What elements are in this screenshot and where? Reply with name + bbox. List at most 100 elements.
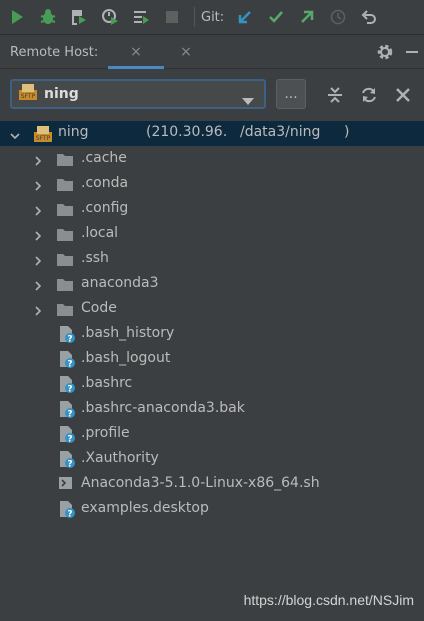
revert-icon[interactable] <box>355 3 383 31</box>
unknown-file-icon: ? <box>58 425 76 445</box>
file-label: .bash_logout <box>81 350 171 366</box>
tree-file-row[interactable]: Anaconda3-5.1.0-Linux-x86_64.sh <box>0 471 424 496</box>
debug-icon[interactable] <box>34 3 62 31</box>
toolbar-separator <box>194 7 195 27</box>
git-commit-icon[interactable] <box>262 3 290 31</box>
chevron-down-icon <box>242 91 254 110</box>
git-label: Git: <box>201 9 225 25</box>
tree-file-row[interactable]: ? examples.desktop <box>0 496 424 521</box>
refresh-icon[interactable] <box>360 86 378 104</box>
folder-label: .cache <box>81 150 127 166</box>
sftp-icon: SFTP <box>33 125 52 142</box>
stop-icon[interactable] <box>158 3 186 31</box>
sftp-icon-text: SFTP <box>21 93 36 100</box>
history-icon[interactable] <box>324 3 352 31</box>
tree-folder-row[interactable]: .config <box>0 196 424 221</box>
unknown-file-icon: ? <box>58 400 76 420</box>
file-label: .bash_history <box>81 325 175 341</box>
server-combo-value: ning <box>44 86 79 102</box>
tree-file-row[interactable]: ? .bash_history <box>0 321 424 346</box>
browse-button[interactable]: ... <box>276 79 306 109</box>
git-push-icon[interactable] <box>293 3 321 31</box>
tree-folder-row[interactable]: .local <box>0 221 424 246</box>
tree-file-row[interactable]: ? .bashrc <box>0 371 424 396</box>
unknown-file-icon: ? <box>58 500 76 520</box>
chevron-right-icon[interactable] <box>33 229 43 241</box>
file-label: .bashrc-anaconda3.bak <box>81 400 245 416</box>
unknown-file-icon: ? <box>58 375 76 395</box>
server-selector-row: SFTP ning ... <box>0 70 424 120</box>
tab-close-icon[interactable]: × <box>180 44 192 60</box>
folder-label: .conda <box>81 175 129 191</box>
unknown-file-icon: ? <box>58 325 76 345</box>
panel-title: Remote Host: <box>10 44 99 60</box>
tab-second[interactable]: × <box>166 36 206 68</box>
tree-folder-row[interactable]: anaconda3 <box>0 271 424 296</box>
svg-text:?: ? <box>67 510 72 519</box>
chevron-right-icon[interactable] <box>33 254 43 266</box>
file-label: .profile <box>81 425 130 441</box>
minimize-icon[interactable] <box>406 51 418 53</box>
chevron-right-icon[interactable] <box>33 204 43 216</box>
folder-label: .config <box>81 200 129 216</box>
svg-text:?: ? <box>67 460 72 469</box>
unknown-file-icon: ? <box>58 350 76 370</box>
folder-label: Code <box>81 300 117 316</box>
chevron-right-icon[interactable] <box>33 304 43 316</box>
shell-script-icon <box>58 475 76 491</box>
file-label: .bashrc <box>81 375 133 391</box>
tree-file-row[interactable]: ? .Xauthority <box>0 446 424 471</box>
watermark: https://blog.csdn.net/NSJim <box>243 592 414 608</box>
tree-root-row[interactable]: SFTP ning (210.30.96. /data3/ning ) <box>0 121 424 146</box>
root-name: ning <box>58 124 89 140</box>
tree-file-row[interactable]: ? .bash_logout <box>0 346 424 371</box>
tree-folder-row[interactable]: .ssh <box>0 246 424 271</box>
svg-text:?: ? <box>67 335 72 344</box>
root-host: (210.30.96. <box>146 124 228 140</box>
file-list: ? .bash_history? .bash_logout? .bashrc? .bas… <box>0 321 424 521</box>
tree-file-row[interactable]: ? .bashrc-anaconda3.bak <box>0 396 424 421</box>
tree-file-row[interactable]: ? .profile <box>0 421 424 446</box>
root-suffix: ) <box>344 124 350 140</box>
coverage-icon[interactable] <box>65 3 93 31</box>
server-combo[interactable]: SFTP ning <box>10 79 266 109</box>
run-list-icon[interactable] <box>127 3 155 31</box>
svg-text:?: ? <box>67 360 72 369</box>
chevron-right-icon[interactable] <box>33 154 43 166</box>
chevron-right-icon[interactable] <box>33 279 43 291</box>
tree-folder-row[interactable]: .conda <box>0 171 424 196</box>
tree-folder-row[interactable]: .cache <box>0 146 424 171</box>
root-path: /data3/ning <box>240 124 321 140</box>
folder-icon <box>56 176 74 192</box>
folder-list: .cache .conda .config .local .ssh anaconda3 Co… <box>0 146 424 321</box>
tab-close-icon[interactable]: × <box>130 44 142 60</box>
svg-text:?: ? <box>67 385 72 394</box>
folder-icon <box>56 201 74 217</box>
file-label: examples.desktop <box>81 500 209 516</box>
file-label: .Xauthority <box>81 450 159 466</box>
svg-text:?: ? <box>67 435 72 444</box>
gear-icon[interactable] <box>376 43 394 65</box>
folder-icon <box>56 151 74 167</box>
folder-icon <box>56 301 74 317</box>
git-update-icon[interactable] <box>231 3 259 31</box>
folder-label: anaconda3 <box>81 275 159 291</box>
sftp-icon-text: SFTP <box>36 135 51 142</box>
folder-icon <box>56 276 74 292</box>
expanded-arrow-icon[interactable] <box>10 129 20 140</box>
active-tab-indicator <box>108 66 164 69</box>
svg-text:?: ? <box>67 410 72 419</box>
tree-folder-row[interactable]: Code <box>0 296 424 321</box>
folder-icon <box>56 226 74 242</box>
file-label: Anaconda3-5.1.0-Linux-x86_64.sh <box>81 475 320 491</box>
collapse-all-icon[interactable] <box>326 86 344 104</box>
remote-host-header: Remote Host: × × <box>0 36 424 69</box>
profile-icon[interactable] <box>96 3 124 31</box>
unknown-file-icon: ? <box>58 450 76 470</box>
folder-icon <box>56 251 74 267</box>
chevron-right-icon[interactable] <box>33 179 43 191</box>
folder-label: .ssh <box>81 250 109 266</box>
tab-active[interactable]: × <box>108 36 164 69</box>
run-icon[interactable] <box>3 3 31 31</box>
close-icon[interactable] <box>394 86 412 104</box>
